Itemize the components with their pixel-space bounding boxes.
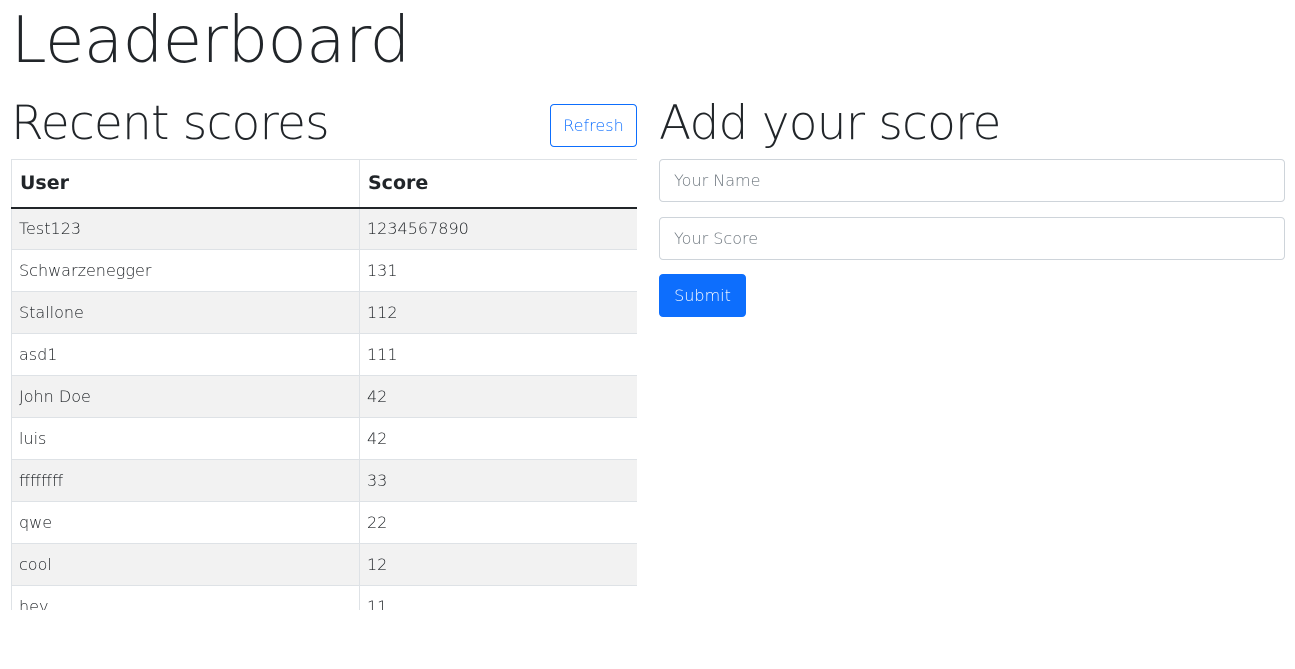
user-cell: Schwarzenegger [11, 249, 360, 292]
scores-table: User Score Test123 1234567890 Schwarzene… [11, 159, 637, 610]
score-input[interactable] [659, 217, 1285, 260]
table-row: John Doe 42 [11, 375, 637, 418]
user-cell: Test123 [11, 207, 360, 250]
recent-scores-heading: Recent scores [11, 96, 330, 151]
add-score-panel: Add your score Submit [659, 96, 1285, 317]
user-cell: hey [11, 585, 360, 610]
score-cell: 1234567890 [359, 207, 637, 250]
score-cell: 131 [359, 249, 637, 292]
column-header-user: User [11, 159, 360, 209]
add-score-heading: Add your score [659, 96, 1001, 151]
user-cell: cool [11, 543, 360, 586]
page-title: Leaderboard [11, 4, 410, 78]
table-row: Stallone 112 [11, 291, 637, 334]
score-cell: 42 [359, 375, 637, 418]
score-cell: 11 [359, 585, 637, 610]
user-cell: asd1 [11, 333, 360, 376]
score-cell: 12 [359, 543, 637, 586]
table-row: hey 11 [11, 585, 637, 610]
table-header-row: User Score [11, 159, 637, 209]
recent-scores-header: Recent scores Refresh [11, 96, 637, 156]
score-cell: 42 [359, 417, 637, 460]
user-cell: qwe [11, 501, 360, 544]
score-cell: 111 [359, 333, 637, 376]
refresh-button[interactable]: Refresh [550, 104, 637, 147]
score-cell: 33 [359, 459, 637, 502]
page: Leaderboard Recent scores Refresh User S… [0, 0, 1295, 669]
score-cell: 112 [359, 291, 637, 334]
table-row: Schwarzenegger 131 [11, 249, 637, 292]
recent-scores-panel: Recent scores Refresh User Score Test123… [11, 96, 637, 610]
submit-button[interactable]: Submit [659, 274, 746, 317]
user-cell: luis [11, 417, 360, 460]
score-cell: 22 [359, 501, 637, 544]
user-cell: John Doe [11, 375, 360, 418]
user-cell: Stallone [11, 291, 360, 334]
table-row: luis 42 [11, 417, 637, 460]
scores-table-container[interactable]: User Score Test123 1234567890 Schwarzene… [11, 159, 637, 610]
table-row: asd1 111 [11, 333, 637, 376]
table-row: qwe 22 [11, 501, 637, 544]
column-header-score: Score [359, 159, 637, 209]
user-cell: ffffffff [11, 459, 360, 502]
name-input[interactable] [659, 159, 1285, 202]
table-row: Test123 1234567890 [11, 207, 637, 250]
table-row: ffffffff 33 [11, 459, 637, 502]
table-row: cool 12 [11, 543, 637, 586]
